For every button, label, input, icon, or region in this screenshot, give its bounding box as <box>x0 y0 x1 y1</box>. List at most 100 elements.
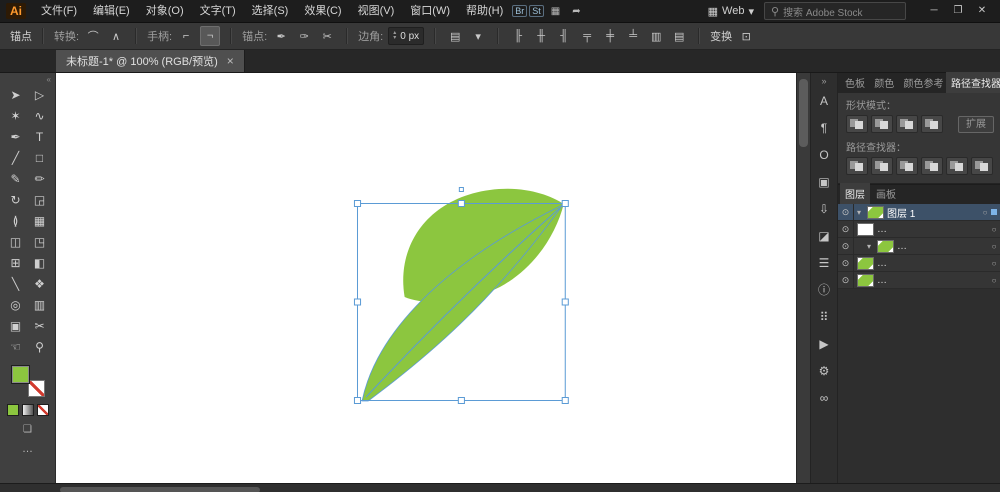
align-bottom-button[interactable]: ╧ <box>624 27 642 45</box>
handle-mid-right[interactable] <box>561 298 569 306</box>
paintbrush-tool[interactable]: ✎ <box>4 168 28 189</box>
connect-anchor-button[interactable]: ✑ <box>295 27 313 45</box>
handle-top-right[interactable] <box>561 200 569 207</box>
maximize-button[interactable]: ❐ <box>946 0 970 22</box>
eyedropper-tool[interactable]: ╲ <box>4 273 28 294</box>
hide-handles-button[interactable]: ¬ <box>200 26 221 46</box>
show-handles-button[interactable]: ⌐ <box>177 27 195 45</box>
layer-row-5[interactable]: ⊙ … ○ <box>838 272 1000 289</box>
opentype-panel-icon[interactable]: O <box>811 141 837 168</box>
distribute-h-button[interactable]: ▥ <box>647 27 665 45</box>
stepper-arrows[interactable]: ▴ ▾ <box>393 30 396 41</box>
handle-top-left[interactable] <box>353 200 362 207</box>
stroke-panel-icon[interactable]: ☰ <box>811 249 837 276</box>
minus-front-button[interactable] <box>871 115 893 133</box>
layer-name[interactable]: … <box>877 275 988 286</box>
line-segment-tool[interactable]: ╱ <box>4 147 28 168</box>
chevron-down-icon[interactable]: ▾ <box>469 27 487 45</box>
stepper-down-icon[interactable]: ▾ <box>393 35 396 41</box>
vertical-scrollbar-thumb[interactable] <box>799 79 808 147</box>
toolbar-collapse-icon[interactable]: « <box>47 75 51 84</box>
tab-layers[interactable]: 图层 <box>840 183 870 204</box>
corner-radius-stepper[interactable]: ▴ ▾ 0 px <box>388 27 425 45</box>
fill-swatch[interactable] <box>10 365 30 384</box>
mesh-tool[interactable]: ⊞ <box>4 252 28 273</box>
type-tool[interactable]: T <box>28 126 52 147</box>
tab-pathfinder[interactable]: 路径查找器 <box>946 72 1000 93</box>
remove-anchor-button[interactable]: ✒ <box>272 27 290 45</box>
layer-row-3[interactable]: ⊙ ▾ … ○ <box>838 238 1000 255</box>
visibility-eye-icon[interactable]: ⊙ <box>838 221 854 237</box>
expand-panels-icon[interactable]: » <box>821 75 826 87</box>
isolate-selection-button[interactable]: ⊡ <box>737 27 755 45</box>
transform-panel-icon[interactable]: ◪ <box>811 222 837 249</box>
align-v-center-button[interactable]: ╪ <box>601 27 619 45</box>
width-tool[interactable]: ≬ <box>4 210 28 231</box>
gradient-tool[interactable]: ◧ <box>28 252 52 273</box>
actions-panel-icon[interactable]: ▶ <box>811 330 837 357</box>
pen-tool[interactable]: ✒ <box>4 126 28 147</box>
transform-label[interactable]: 变换 <box>710 28 732 44</box>
handle-top-center[interactable] <box>457 200 465 207</box>
menu-effect[interactable]: 效果(C) <box>297 0 348 22</box>
handle-bottom-center[interactable] <box>457 397 465 404</box>
target-circle-icon[interactable]: ○ <box>988 242 1000 251</box>
layer-row-1[interactable]: ⊙ ▾ 图层 1 ○ <box>838 204 1000 221</box>
align-right-button[interactable]: ╢ <box>555 27 573 45</box>
outline-button[interactable] <box>946 157 968 175</box>
menu-file[interactable]: 文件(F) <box>34 0 84 22</box>
layer-thumbnail[interactable] <box>877 239 894 253</box>
graphic-styles-panel-icon[interactable]: ⚙ <box>811 357 837 384</box>
target-circle-icon[interactable]: ○ <box>988 276 1000 285</box>
share-icon[interactable]: ➦ <box>567 6 585 17</box>
menu-edit[interactable]: 编辑(E) <box>86 0 137 22</box>
drawing-mode-button[interactable]: ❏ <box>23 424 32 435</box>
artboards-panel-icon[interactable]: ▣ <box>811 168 837 195</box>
canvas-artboard[interactable] <box>56 73 810 483</box>
shape-builder-tool[interactable]: ◫ <box>4 231 28 252</box>
unite-button[interactable] <box>846 115 868 133</box>
divide-button[interactable] <box>846 157 868 175</box>
merge-button[interactable] <box>896 157 918 175</box>
handle-mid-left[interactable] <box>353 298 362 306</box>
target-circle-icon[interactable]: ○ <box>979 208 991 217</box>
layer-name[interactable]: … <box>877 258 988 269</box>
character-panel-icon[interactable]: A <box>811 87 837 114</box>
magic-wand-tool[interactable]: ✶ <box>4 105 28 126</box>
convert-to-smooth-button[interactable]: ⌒ <box>84 27 102 45</box>
exclude-button[interactable] <box>921 115 943 133</box>
crop-button[interactable] <box>921 157 943 175</box>
distribute-v-button[interactable]: ▤ <box>670 27 688 45</box>
zoom-tool[interactable]: ⚲ <box>28 336 52 357</box>
expand-button[interactable]: 扩展 <box>958 115 994 133</box>
color-button[interactable] <box>6 404 19 416</box>
asset-export-panel-icon[interactable]: ⇩ <box>811 195 837 222</box>
bridge-icon[interactable]: Br <box>512 5 528 17</box>
info-panel-icon[interactable]: ⓘ <box>811 276 837 303</box>
align-top-button[interactable]: ╤ <box>578 27 596 45</box>
handle-bottom-left[interactable] <box>353 397 362 404</box>
layer-thumbnail[interactable] <box>857 273 874 287</box>
minimize-button[interactable]: ─ <box>922 0 946 22</box>
rotate-tool[interactable]: ↻ <box>4 189 28 210</box>
expand-caret-icon[interactable]: ▾ <box>864 242 874 251</box>
layer-thumbnail[interactable] <box>857 256 874 270</box>
menu-help[interactable]: 帮助(H) <box>459 0 510 22</box>
column-graph-tool[interactable]: ▥ <box>28 294 52 315</box>
lasso-tool[interactable]: ∿ <box>28 105 52 126</box>
layer-name[interactable]: … <box>877 224 988 235</box>
close-button[interactable]: ✕ <box>970 0 994 22</box>
paragraph-panel-icon[interactable]: ¶ <box>811 114 837 141</box>
workspace-switcher[interactable]: ▦ Web ▾ <box>700 5 762 18</box>
scale-tool[interactable]: ◲ <box>28 189 52 210</box>
swatches-panel-icon[interactable]: ⠿ <box>811 303 837 330</box>
visibility-eye-icon[interactable]: ⊙ <box>838 238 854 254</box>
selection-tool[interactable]: ➤ <box>4 84 28 105</box>
stock-search-input[interactable]: ⚲ 搜索 Adobe Stock <box>764 2 906 20</box>
layer-row-4[interactable]: ⊙ … ○ <box>838 255 1000 272</box>
symbol-sprayer-tool[interactable]: ◎ <box>4 294 28 315</box>
edit-toolbar-button[interactable]: … <box>22 443 33 455</box>
close-icon[interactable]: × <box>227 54 234 68</box>
target-circle-icon[interactable]: ○ <box>988 225 1000 234</box>
cut-path-button[interactable]: ✂ <box>318 27 336 45</box>
